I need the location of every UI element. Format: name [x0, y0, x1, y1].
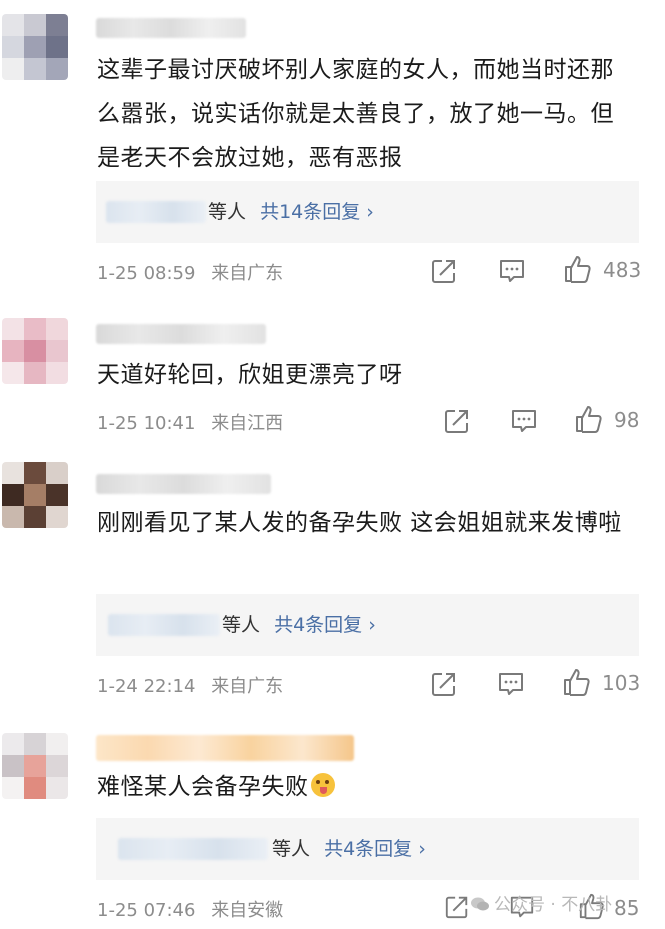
comment-text: 天道好轮回，欣姐更漂亮了呀 — [97, 362, 403, 388]
like-count: 483 — [603, 258, 642, 282]
username-blurred[interactable] — [96, 18, 246, 38]
reply-users-blurred — [118, 838, 268, 860]
like-count: 103 — [602, 671, 641, 695]
comment-meta: 1-25 08:59 来自广东 — [97, 259, 283, 285]
comment-meta: 1-25 10:41 来自江西 — [97, 409, 283, 435]
thumbs-up-icon[interactable] — [562, 667, 592, 697]
location: 来自广东 — [211, 263, 284, 284]
reply-users-blurred — [106, 201, 206, 223]
reply-suffix: 等人 — [272, 838, 311, 860]
location: 来自广东 — [211, 676, 284, 697]
avatar[interactable] — [2, 14, 68, 80]
comment-meta: 1-25 07:46 来自安徽 — [97, 896, 283, 922]
view-replies-link[interactable]: 共4条回复 › — [274, 614, 376, 636]
watermark-text: 公众号 · 不八卦 — [494, 895, 613, 915]
comment-text: 刚刚看见了某人发的备孕失败 这会姐姐就来发博啦 — [97, 510, 622, 536]
like-count: 85 — [614, 896, 640, 920]
thumbs-up-icon[interactable] — [563, 254, 593, 284]
username-blurred[interactable] — [96, 474, 271, 494]
timestamp: 1-24 22:14 — [97, 676, 196, 697]
location: 来自安徽 — [211, 900, 284, 921]
location: 来自江西 — [211, 413, 284, 434]
share-icon[interactable] — [444, 894, 470, 920]
avatar[interactable] — [2, 462, 68, 528]
share-icon[interactable] — [430, 670, 458, 698]
wechat-logo-icon — [471, 897, 489, 911]
reply-box[interactable]: 等人 共4条回复 › — [96, 594, 639, 656]
comment-text: 难怪某人会备孕失败 — [97, 765, 635, 809]
avatar[interactable] — [2, 318, 68, 384]
watermark: 公众号 · 不八卦 — [470, 890, 612, 915]
tongue-out-emoji — [310, 773, 335, 797]
comment-meta: 1-24 22:14 来自广东 — [97, 672, 283, 698]
view-replies-link[interactable]: 共14条回复 › — [260, 201, 374, 223]
reply-users-blurred — [108, 614, 220, 636]
thumbs-up-icon[interactable] — [574, 404, 604, 434]
like-count: 98 — [614, 408, 640, 432]
username-blurred[interactable] — [96, 324, 266, 344]
comment-text: 这辈子最讨厌破坏别人家庭的女人，而她当时还那么嚣张，说实话你就是太善良了，放了她… — [97, 57, 614, 171]
timestamp: 1-25 10:41 — [97, 413, 196, 434]
timestamp: 1-25 08:59 — [97, 263, 196, 284]
reply-box[interactable]: 等人 共4条回复 › — [96, 818, 639, 880]
share-icon[interactable] — [443, 407, 471, 435]
view-replies-link[interactable]: 共4条回复 › — [324, 838, 426, 860]
avatar[interactable] — [2, 733, 68, 799]
username-blurred[interactable] — [96, 735, 354, 761]
comment-icon[interactable] — [498, 257, 526, 285]
timestamp: 1-25 07:46 — [97, 900, 196, 921]
reply-suffix: 等人 — [222, 614, 261, 636]
comment-icon[interactable] — [497, 670, 525, 698]
share-icon[interactable] — [430, 257, 458, 285]
comment-icon[interactable] — [510, 407, 538, 435]
reply-suffix: 等人 — [208, 201, 247, 223]
reply-box[interactable]: 等人 共14条回复 › — [96, 181, 639, 243]
